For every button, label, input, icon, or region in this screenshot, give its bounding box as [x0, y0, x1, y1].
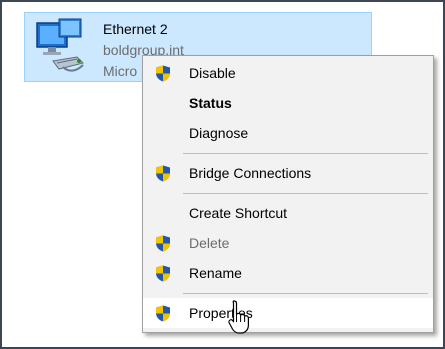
uac-shield-icon — [156, 305, 170, 322]
menu-item-label: Bridge Connections — [189, 165, 312, 181]
uac-shield-icon — [156, 165, 170, 182]
menu-item-status[interactable]: Status — [143, 88, 433, 118]
menu-item-label: Delete — [189, 235, 230, 251]
menu-separator — [183, 193, 428, 194]
menu-item-label: Rename — [189, 265, 242, 281]
menu-item-delete[interactable]: Delete — [143, 228, 433, 258]
menu-item-label: Diagnose — [189, 125, 249, 141]
menu-item-label: Disable — [189, 65, 236, 81]
uac-shield-icon — [156, 65, 170, 82]
menu-item-diagnose[interactable]: Diagnose — [143, 118, 433, 148]
menu-item-properties[interactable]: Properties — [143, 298, 433, 328]
uac-shield-icon — [156, 235, 170, 252]
menu-item-label: Status — [189, 95, 232, 111]
uac-shield-icon — [156, 265, 170, 282]
screenshot-frame: Ethernet 2 boldgroup.int Micro Disable S… — [0, 0, 445, 349]
menu-item-label: Create Shortcut — [189, 205, 288, 221]
menu-item-disable[interactable]: Disable — [143, 58, 433, 88]
menu-separator — [183, 293, 428, 294]
menu-separator — [183, 153, 428, 154]
menu-item-create-shortcut[interactable]: Create Shortcut — [143, 198, 433, 228]
network-adapter-icon — [36, 18, 84, 72]
mouse-pointer-icon — [228, 300, 249, 334]
adapter-name: Ethernet 2 — [103, 21, 168, 37]
menu-item-rename[interactable]: Rename — [143, 258, 433, 288]
menu-item-bridge-connections[interactable]: Bridge Connections — [143, 158, 433, 188]
context-menu: Disable Status Diagnose Bridge Connectio… — [142, 55, 434, 333]
